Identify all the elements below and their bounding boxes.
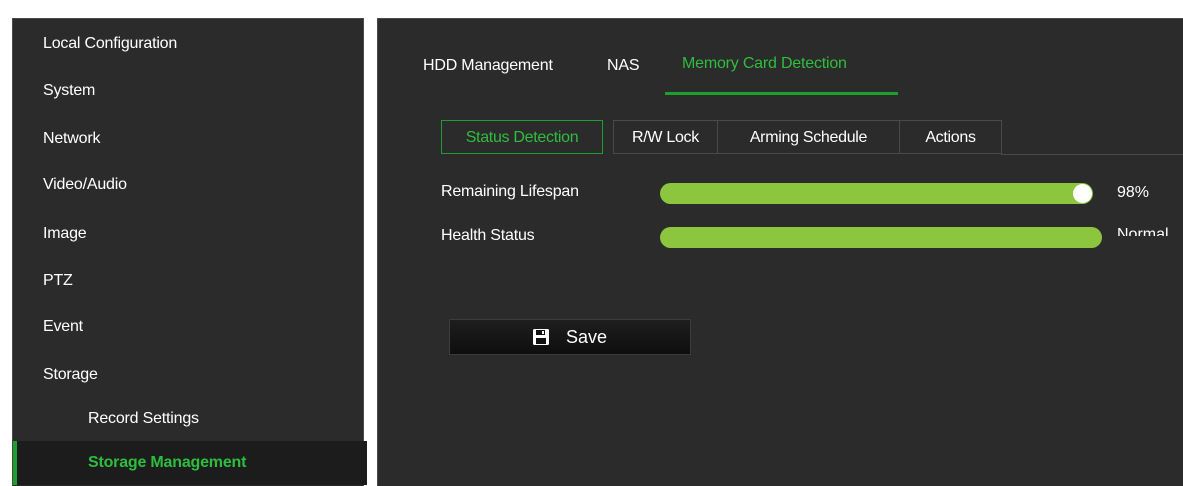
sidebar-item-label: Storage Management xyxy=(88,454,247,471)
save-icon xyxy=(533,329,549,345)
sidebar-item-label: Record Settings xyxy=(88,410,199,427)
sidebar-item-storage-management[interactable]: Storage Management xyxy=(13,441,367,485)
subtab-arming-schedule[interactable]: Arming Schedule xyxy=(717,120,900,154)
tab-hdd-management[interactable]: HDD Management xyxy=(423,57,553,75)
sidebar-item-label: Storage xyxy=(43,366,98,383)
subtab-status-detection[interactable]: Status Detection xyxy=(441,120,603,154)
sidebar-item-label: Network xyxy=(43,130,101,147)
save-button-label: Save xyxy=(566,327,608,347)
sidebar-item-record-settings[interactable]: Record Settings xyxy=(13,397,363,441)
sidebar-item-label: System xyxy=(43,82,96,99)
remaining-lifespan-knob xyxy=(1073,184,1092,203)
remaining-lifespan-fill xyxy=(660,183,1093,204)
sidebar-item-local-configuration[interactable]: Local Configuration xyxy=(13,22,363,66)
sidebar-item-label: PTZ xyxy=(43,272,73,289)
sidebar-item-label: Local Configuration xyxy=(43,35,178,52)
main-panel: HDD Management NAS Memory Card Detection… xyxy=(377,18,1183,486)
health-status-value: Normal xyxy=(1117,226,1169,236)
sidebar-item-image[interactable]: Image xyxy=(13,212,363,256)
save-button[interactable]: Save xyxy=(449,319,691,355)
sidebar-item-video-audio[interactable]: Video/Audio xyxy=(13,163,363,207)
health-status-label: Health Status xyxy=(441,227,535,244)
remaining-lifespan-bar xyxy=(660,183,1102,204)
tab-memory-card-detection[interactable]: Memory Card Detection xyxy=(682,55,847,73)
sidebar-item-system[interactable]: System xyxy=(13,69,363,113)
sidebar-item-storage[interactable]: Storage xyxy=(13,353,363,397)
health-status-bar xyxy=(660,227,1102,248)
remaining-lifespan-value: 98% xyxy=(1117,184,1150,201)
sidebar-item-network[interactable]: Network xyxy=(13,117,363,161)
sidebar-item-label: Image xyxy=(43,225,87,242)
remaining-lifespan-label: Remaining Lifespan xyxy=(441,183,579,200)
active-tab-underline xyxy=(665,92,898,95)
tab-nas[interactable]: NAS xyxy=(607,57,640,75)
sidebar-menu: Local Configuration System Network Video… xyxy=(12,18,367,486)
sidebar-item-event[interactable]: Event xyxy=(13,305,363,349)
subtab-divider xyxy=(1001,154,1183,155)
subtab-rw-lock[interactable]: R/W Lock xyxy=(613,120,718,154)
sidebar-item-label: Video/Audio xyxy=(43,176,127,193)
sidebar-item-label: Event xyxy=(43,318,83,335)
subtab-actions[interactable]: Actions xyxy=(899,120,1002,154)
sidebar-item-ptz[interactable]: PTZ xyxy=(13,259,363,303)
